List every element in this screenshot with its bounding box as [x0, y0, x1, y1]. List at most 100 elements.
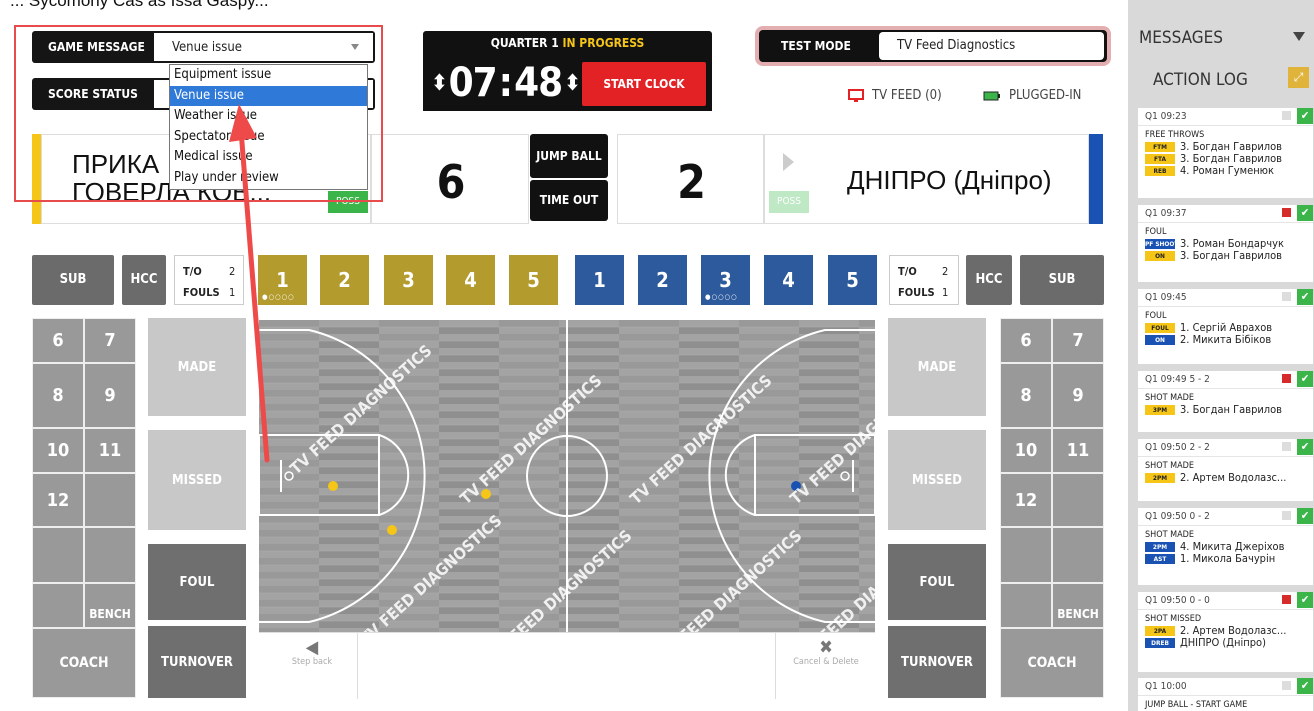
flag-icon[interactable]	[1282, 374, 1291, 383]
start-clock-button[interactable]: START CLOCK	[582, 62, 706, 106]
home-bench-9[interactable]: 9	[84, 363, 136, 428]
flag-icon[interactable]	[1282, 681, 1291, 690]
away-score: 2	[677, 155, 706, 209]
home-bench-7[interactable]: 7	[84, 318, 136, 363]
away-player-2[interactable]: 2	[638, 255, 687, 305]
time-out-button[interactable]: TIME OUT	[530, 180, 608, 221]
top-instruction-strip: ... Sycomony Cas as Issa Gaspy...	[0, 0, 1128, 18]
action-log-entry[interactable]: Q1 09:50 0 - 0 ✔ SHOT MISSED 2PA 2. Артем Во…	[1138, 592, 1313, 672]
shot-marker[interactable]	[481, 489, 491, 499]
away-player-3-number: 3	[719, 268, 732, 292]
home-bench-button[interactable]: BENCH	[84, 583, 136, 628]
entry-line: AST 1. Микола Бачурін	[1138, 553, 1313, 565]
away-bench-empty-3[interactable]	[1052, 527, 1104, 583]
flag-icon[interactable]	[1282, 595, 1291, 604]
home-foul-button[interactable]: FOUL	[148, 544, 246, 620]
entry-type: SHOT MISSED	[1145, 614, 1202, 624]
home-bench-10[interactable]: 10	[32, 428, 84, 473]
step-back-button[interactable]: ◀ Step back	[267, 639, 357, 668]
confirm-check-icon[interactable]: ✔	[1297, 108, 1313, 124]
action-log-entry[interactable]: Q1 09:37 ✔ FOUL PF SHOOT 3. Роман Бондарчук O…	[1138, 205, 1313, 282]
test-mode-panel[interactable]: TEST MODE TV Feed Diagnostics	[755, 26, 1111, 66]
entry-type: SHOT MADE	[1145, 393, 1194, 403]
home-player-5[interactable]: 5	[509, 255, 558, 305]
confirm-check-icon[interactable]: ✔	[1297, 592, 1313, 608]
messages-header[interactable]: MESSAGES	[1139, 28, 1223, 48]
home-bench-11[interactable]: 11	[84, 428, 136, 473]
flag-icon[interactable]	[1282, 208, 1291, 217]
stat-tag: AST	[1145, 554, 1175, 564]
home-player-3[interactable]: 3	[384, 255, 433, 305]
action-log-entry[interactable]: Q1 09:50 0 - 2 ✔ SHOT MADE 2PM 4. Микита Дже…	[1138, 508, 1313, 585]
home-bench-empty-2[interactable]	[32, 527, 84, 583]
test-mode-value[interactable]: TV Feed Diagnostics	[879, 32, 1104, 60]
away-bench-10[interactable]: 10	[1000, 428, 1052, 473]
confirm-check-icon[interactable]: ✔	[1297, 508, 1313, 524]
away-poss-button[interactable]: POSS	[769, 191, 809, 213]
away-bench-empty-1[interactable]	[1052, 473, 1104, 527]
away-sub-button[interactable]: SUB	[1020, 255, 1104, 305]
confirm-check-icon[interactable]: ✔	[1297, 205, 1313, 221]
away-bench-12[interactable]: 12	[1000, 473, 1052, 527]
away-hcc-button[interactable]: HCC	[966, 255, 1012, 305]
home-bench-6[interactable]: 6	[32, 318, 84, 363]
entry-time: Q1 09:50 2 - 2	[1145, 442, 1210, 453]
away-missed-button[interactable]: MISSED	[888, 430, 986, 530]
action-log-entry[interactable]: Q1 09:50 2 - 2 ✔ SHOT MADE 2PM 2. Артем Водо…	[1138, 439, 1313, 501]
home-coach-button[interactable]: COACH	[32, 628, 136, 698]
confirm-check-icon[interactable]: ✔	[1297, 678, 1313, 694]
confirm-check-icon[interactable]: ✔	[1297, 289, 1313, 305]
action-log-entry[interactable]: Q1 09:23 ✔ FREE THROWS FTM 3. Богдан Гаврило…	[1138, 108, 1313, 198]
home-bench-empty-1[interactable]	[84, 473, 136, 527]
home-bench-empty-3[interactable]	[84, 527, 136, 583]
away-bench-8[interactable]: 8	[1000, 363, 1052, 428]
home-sub-button[interactable]: SUB	[32, 255, 114, 305]
home-hcc-button[interactable]: HCC	[122, 255, 166, 305]
clock-minutes[interactable]: 07	[449, 60, 498, 106]
shot-marker[interactable]	[791, 481, 801, 491]
away-coach-button[interactable]: COACH	[1000, 628, 1104, 698]
clock-seconds[interactable]: 48	[514, 60, 563, 106]
home-score-box: 6	[371, 134, 529, 224]
confirm-check-icon[interactable]: ✔	[1297, 439, 1313, 455]
away-player-4[interactable]: 4	[764, 255, 813, 305]
away-turnover-button[interactable]: TURNOVER	[888, 626, 986, 698]
flag-icon[interactable]	[1282, 292, 1291, 301]
away-bench-empty-4[interactable]	[1000, 583, 1052, 628]
away-bench-9[interactable]: 9	[1052, 363, 1104, 428]
away-made-button[interactable]: MADE	[888, 318, 986, 416]
play-arrow-icon[interactable]	[783, 153, 794, 171]
action-log-entry[interactable]: Q1 09:45 ✔ FOUL FOUL 1. Сергій Аврахов ON 2. М…	[1138, 289, 1313, 364]
confirm-check-icon[interactable]: ✔	[1297, 371, 1313, 387]
seconds-stepper-icon[interactable]: ⬍	[564, 71, 581, 96]
away-player-3[interactable]: 3 ●○○○○	[701, 255, 750, 305]
jump-ball-button[interactable]: JUMP BALL	[530, 134, 608, 178]
expand-icon[interactable]: ⤢	[1288, 67, 1309, 88]
away-bench-7[interactable]: 7	[1052, 318, 1104, 363]
home-bench-12[interactable]: 12	[32, 473, 84, 527]
home-player-4[interactable]: 4	[446, 255, 495, 305]
collapse-messages-icon[interactable]	[1293, 32, 1305, 41]
away-bench-11[interactable]: 11	[1052, 428, 1104, 473]
away-bench-button[interactable]: BENCH	[1052, 583, 1104, 628]
away-bench-empty-2[interactable]	[1000, 527, 1052, 583]
flag-icon[interactable]	[1282, 442, 1291, 451]
action-log-entry[interactable]: Q1 10:00 ✔ JUMP BALL - START GAME	[1138, 678, 1313, 711]
action-log-entry[interactable]: Q1 09:49 5 - 2 ✔ SHOT MADE 3PM 3. Богдан Гав…	[1138, 371, 1313, 432]
home-bench-8[interactable]: 8	[32, 363, 84, 428]
home-turnover-button[interactable]: TURNOVER	[148, 626, 246, 698]
cancel-delete-button[interactable]: ✖ Cancel & Delete	[781, 639, 871, 668]
away-player-3-dots: ●○○○○	[705, 293, 738, 301]
away-bench-6[interactable]: 6	[1000, 318, 1052, 363]
shot-marker[interactable]	[387, 525, 397, 535]
flag-icon[interactable]	[1282, 111, 1291, 120]
flag-icon[interactable]	[1282, 511, 1291, 520]
away-foul-button[interactable]: FOUL	[888, 544, 986, 620]
basketball-court[interactable]: TV FEED DIAGNOSTICS TV FEED DIAGNOSTICS …	[259, 320, 875, 632]
shot-marker[interactable]	[328, 481, 338, 491]
home-bench-empty-4[interactable]	[32, 583, 84, 628]
home-player-2[interactable]: 2	[320, 255, 369, 305]
away-player-1[interactable]: 1	[575, 255, 624, 305]
minutes-stepper-icon[interactable]: ⬍	[431, 71, 448, 96]
away-player-5[interactable]: 5	[828, 255, 877, 305]
